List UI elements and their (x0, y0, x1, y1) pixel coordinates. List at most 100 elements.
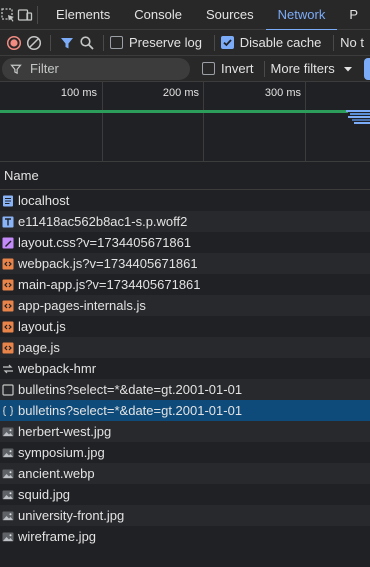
image-icon (2, 489, 14, 501)
request-row[interactable]: page.js (0, 337, 370, 358)
checkmark-icon (223, 39, 232, 47)
request-row[interactable]: layout.css?v=1734405671861 (0, 232, 370, 253)
network-toolbar: Preserve log Disable cache No t (0, 30, 370, 56)
request-name: page.js (18, 340, 60, 355)
tab-network[interactable]: Network (265, 0, 338, 31)
filter-bar: Invert More filters (0, 56, 370, 82)
request-name: localhost (18, 193, 70, 208)
tab-sources[interactable]: Sources (194, 0, 266, 30)
font-icon (2, 216, 14, 228)
timeline-bar (0, 110, 348, 113)
request-row[interactable]: e11418ac562b8ac1-s.p.woff2 (0, 211, 370, 232)
request-name: symposium.jpg (18, 445, 105, 460)
clear-button[interactable] (24, 30, 44, 56)
more-filters-dropdown[interactable]: More filters (271, 61, 353, 76)
script-icon (2, 258, 14, 270)
request-row[interactable]: app-pages-internals.js (0, 295, 370, 316)
request-name: wireframe.jpg (18, 529, 97, 544)
record-button[interactable] (4, 30, 24, 56)
tick-label: 200 ms (162, 87, 199, 99)
filter-chip[interactable] (364, 58, 370, 80)
request-name: e11418ac562b8ac1-s.p.woff2 (18, 214, 188, 229)
image-icon (2, 531, 14, 543)
inspect-element-icon[interactable] (0, 0, 17, 30)
image-icon (2, 510, 14, 522)
tab-performance[interactable]: P (337, 0, 370, 30)
request-name: layout.js (18, 319, 66, 334)
divider (333, 34, 335, 51)
funnel-icon (61, 37, 74, 48)
filter-toggle-button[interactable] (57, 30, 77, 56)
request-name: webpack-hmr (18, 361, 97, 376)
tick-line (305, 82, 306, 162)
divider (103, 34, 104, 51)
image-icon (2, 468, 14, 480)
divider (37, 5, 39, 24)
request-row[interactable]: webpack.js?v=1734405671861 (0, 253, 370, 274)
request-name: webpack.js?v=1734405671861 (18, 256, 198, 271)
request-row[interactable]: ancient.webp (0, 463, 370, 484)
script-icon (2, 342, 14, 354)
more-filters-label: More filters (270, 61, 335, 76)
funnel-icon (10, 64, 22, 74)
divider (50, 34, 51, 51)
request-row[interactable]: wireframe.jpg (0, 526, 370, 547)
other-icon (2, 383, 14, 396)
invert-checkbox[interactable] (202, 62, 215, 75)
preserve-log-label[interactable]: Preserve log (129, 35, 202, 50)
request-row[interactable]: symposium.jpg (0, 442, 370, 463)
request-row[interactable]: main-app.js?v=1734405671861 (0, 274, 370, 295)
request-name: layout.css?v=1734405671861 (18, 235, 192, 250)
preserve-log-checkbox[interactable] (109, 36, 123, 49)
record-icon (6, 35, 22, 50)
timeline-overview[interactable]: 100 ms 200 ms 300 ms (0, 82, 370, 162)
search-button[interactable] (77, 30, 97, 56)
caret-down-icon (343, 66, 352, 71)
request-row[interactable]: squid.jpg (0, 484, 370, 505)
empty-area (0, 547, 370, 567)
request-name: university-front.jpg (18, 508, 125, 523)
request-name: main-app.js?v=1734405671861 (18, 277, 201, 292)
tick-label: 300 ms (264, 87, 301, 99)
request-row[interactable]: university-front.jpg (0, 505, 370, 526)
tab-elements[interactable]: Elements (44, 0, 122, 30)
script-icon (2, 321, 14, 333)
image-icon (2, 447, 14, 459)
script-icon (2, 279, 14, 291)
request-name: ancient.webp (18, 466, 95, 481)
throttling-select[interactable]: No t (340, 35, 364, 50)
filter-input[interactable] (30, 61, 180, 76)
request-row[interactable]: bulletins?select=*&date=gt.2001-01-01 (0, 379, 370, 400)
request-name: squid.jpg (18, 487, 71, 502)
clear-icon (27, 35, 42, 50)
request-list: localhost e11418ac562b8ac1-s.p.woff2 layou… (0, 190, 370, 547)
tab-console[interactable]: Console (122, 0, 194, 30)
divider (263, 60, 265, 77)
script-icon (2, 300, 14, 312)
timeline-waterfall (346, 110, 370, 128)
divider (213, 34, 215, 51)
invert-label[interactable]: Invert (221, 61, 254, 76)
filter-box[interactable] (2, 57, 190, 80)
tick-line (102, 82, 103, 162)
request-row[interactable]: herbert-west.jpg (0, 421, 370, 442)
request-row[interactable]: localhost (0, 190, 370, 211)
document-icon (2, 195, 14, 207)
disable-cache-checkbox[interactable] (220, 36, 234, 49)
websocket-icon (2, 363, 14, 375)
request-row[interactable]: webpack-hmr (0, 358, 370, 379)
search-icon (80, 35, 94, 50)
tick-label: 100 ms (60, 87, 97, 99)
request-name: bulletins?select=*&date=gt.2001-01-01 (18, 382, 243, 397)
fetch-icon (2, 405, 14, 417)
stylesheet-icon (2, 237, 14, 249)
tick-line (203, 82, 204, 162)
image-icon (2, 426, 14, 438)
request-row[interactable]: bulletins?select=*&date=gt.2001-01-01 (0, 400, 370, 421)
name-column-header[interactable]: Name (0, 162, 370, 190)
request-name: app-pages-internals.js (18, 298, 146, 313)
devtools-tab-bar: Elements Console Sources Network P (0, 0, 370, 31)
device-toolbar-icon[interactable] (17, 0, 34, 30)
request-row[interactable]: layout.js (0, 316, 370, 337)
disable-cache-label[interactable]: Disable cache (240, 35, 322, 50)
